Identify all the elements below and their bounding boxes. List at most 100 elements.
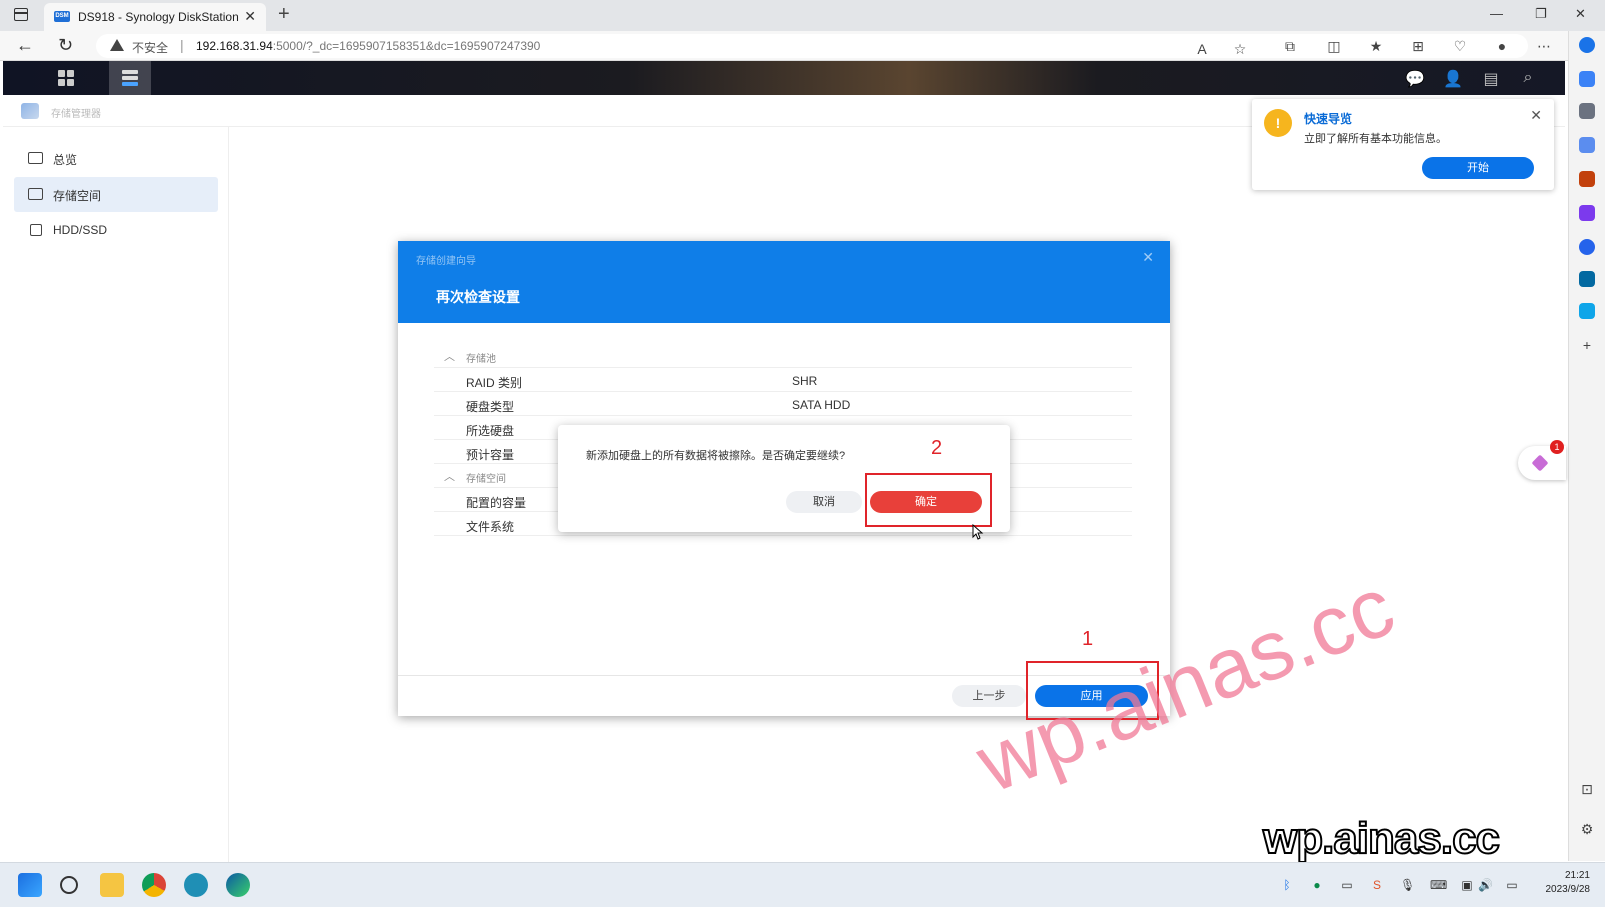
windows-start-icon[interactable] [18,873,42,897]
tab-title: DS918 - Synology DiskStation [78,10,239,24]
disk-icon [30,224,42,236]
section-label: 存储池 [466,354,496,365]
more-icon[interactable]: ⋯ [1536,38,1552,54]
storage-manager-icon [122,70,138,86]
section-storage-pool[interactable]: ︿ 存储池 [434,344,1132,368]
profile-icon[interactable]: ● [1494,38,1510,54]
minimize-icon[interactable]: — [1490,6,1503,21]
storage-icon [28,188,43,200]
games-icon[interactable] [1579,205,1595,221]
window-close-icon[interactable]: ✕ [1575,6,1586,22]
summary-row: RAID 类别 SHR [434,368,1132,392]
chrome-icon[interactable] [142,873,166,897]
battery-icon[interactable]: ▭ [1505,878,1519,892]
read-aloud-icon[interactable]: A [1194,41,1210,57]
system-clock[interactable]: 21:21 2023/9/28 [1534,869,1591,897]
chevron-up-icon: ︿ [444,351,455,363]
dsm-taskbar: 💬 👤 ▤ ⌕ [3,61,1565,95]
summary-row: 硬盘类型 SATA HDD [434,392,1132,416]
annotation-number-1: 1 [1082,628,1094,650]
widgets-icon[interactable]: ▤ [1481,69,1501,88]
tray-app-icon[interactable]: ● [1310,878,1324,892]
wizard-title: 再次检查设置 [436,289,520,305]
windows-taskbar: ᛒ ● ▭ S 🎙 ⌨ ▣ 🔊 ▭ 21:21 2023/9/28 [0,862,1605,907]
cancel-button[interactable]: 取消 [786,491,862,513]
address-bar-row: ← ↻ 不安全 | 192.168.31.94:5000/?_dc=169590… [0,31,1605,61]
wizard-small-title: 存储创建向导 [416,256,476,267]
clipboard-icon[interactable]: ▭ [1340,878,1354,892]
browser-tab-bar: DSM DS918 - Synology DiskStation ✕ + — ❐… [0,0,1605,31]
settings-icon[interactable]: ⚙ [1579,821,1595,837]
keyboard-icon[interactable]: ⌨ [1430,878,1447,892]
row-key: 文件系统 [466,520,515,534]
chat-icon[interactable]: 💬 [1405,69,1425,88]
taskbar-search-icon[interactable] [60,876,78,894]
overview-icon [28,152,43,164]
user-icon[interactable]: 👤 [1443,69,1463,88]
grid-icon [58,70,74,86]
main-menu-button[interactable] [45,61,87,95]
favicon-icon: DSM [54,11,70,22]
volume-icon[interactable]: 🔊 [1478,878,1493,892]
browser-tab[interactable]: DSM DS918 - Synology DiskStation ✕ [44,3,266,31]
mouse-cursor-icon [972,524,984,540]
confirm-message: 新添加硬盘上的所有数据将被擦除。是否确定要继续? [586,450,846,462]
tools-icon[interactable] [1579,171,1595,187]
storage-app-icon [21,103,39,119]
sidebar-item-label: 存储空间 [53,189,102,203]
office-icon[interactable] [1579,239,1595,255]
app-icon[interactable] [184,873,208,897]
row-value: SATA HDD [792,398,851,412]
bluetooth-icon[interactable]: ᛒ [1280,878,1294,892]
watermark-small: wp.ainas.cc [1262,813,1501,864]
sidebar-item-overview[interactable]: 总览 [14,141,218,176]
bing-icon[interactable] [1579,37,1595,53]
tab-actions-icon[interactable] [14,8,28,21]
storage-manager-taskbar-button[interactable] [109,61,151,95]
sidebar-item-storage[interactable]: 存储空间 [14,177,218,212]
wizard-header: 存储创建向导 ✕ 再次检查设置 [398,241,1170,323]
lightbulb-icon: ! [1264,109,1292,137]
url-separator: | [180,37,184,53]
url-field[interactable]: 不安全 | 192.168.31.94:5000/?_dc=1695907158… [96,34,1528,58]
add-sidebar-icon[interactable]: + [1579,337,1595,353]
annotation-box-ok [865,473,992,527]
drop-icon[interactable] [1579,303,1595,319]
outlook-icon[interactable] [1579,271,1595,287]
favorite-star-icon[interactable]: ☆ [1232,41,1248,57]
favorites-icon[interactable]: ★ [1368,38,1384,54]
edge-sidebar: + ⊡ ⚙ [1568,31,1605,861]
maximize-icon[interactable]: ❐ [1535,6,1547,22]
microphone-icon[interactable]: 🎙 [1400,878,1415,892]
quick-tour-popup: ! 快速导览 立即了解所有基本功能信息。 ✕ 开始 [1252,99,1554,190]
row-key: 硬盘类型 [466,400,515,414]
tray-s-icon[interactable]: S [1370,878,1384,892]
collections-icon[interactable]: ⊞ [1410,38,1426,54]
row-key: 所选硬盘 [466,424,515,438]
tour-close-icon[interactable]: ✕ [1530,107,1542,124]
screenshot-icon[interactable]: ⊡ [1579,781,1595,797]
reload-icon[interactable]: ↻ [58,35,73,56]
tour-description: 立即了解所有基本功能信息。 [1304,133,1447,145]
new-tab-icon[interactable]: + [278,3,290,26]
notification-icon[interactable] [1579,71,1595,87]
tab-close-icon[interactable]: ✕ [244,8,256,25]
row-value: SHR [792,374,818,388]
tour-start-button[interactable]: 开始 [1422,157,1534,179]
file-explorer-icon[interactable] [100,873,124,897]
wizard-close-icon[interactable]: ✕ [1142,249,1154,266]
dsm-search-icon[interactable]: ⌕ [1518,69,1538,87]
sidebar-item-hdd-ssd[interactable]: HDD/SSD [14,213,218,248]
gem-icon [1531,454,1549,472]
edge-icon[interactable] [226,873,250,897]
search-sidebar-icon[interactable] [1579,103,1595,119]
tour-title: 快速导览 [1304,112,1353,126]
network-icon[interactable]: ▣ [1460,878,1474,892]
performance-icon[interactable]: ♡ [1452,38,1468,54]
back-icon[interactable]: ← [16,35,34,56]
shopping-icon[interactable] [1579,137,1595,153]
split-screen-icon[interactable]: ◫ [1326,38,1342,54]
annotation-number-2: 2 [931,437,943,459]
extensions-icon[interactable]: ⧉ [1282,38,1298,54]
floating-assistant-widget[interactable]: 1 [1518,440,1566,480]
